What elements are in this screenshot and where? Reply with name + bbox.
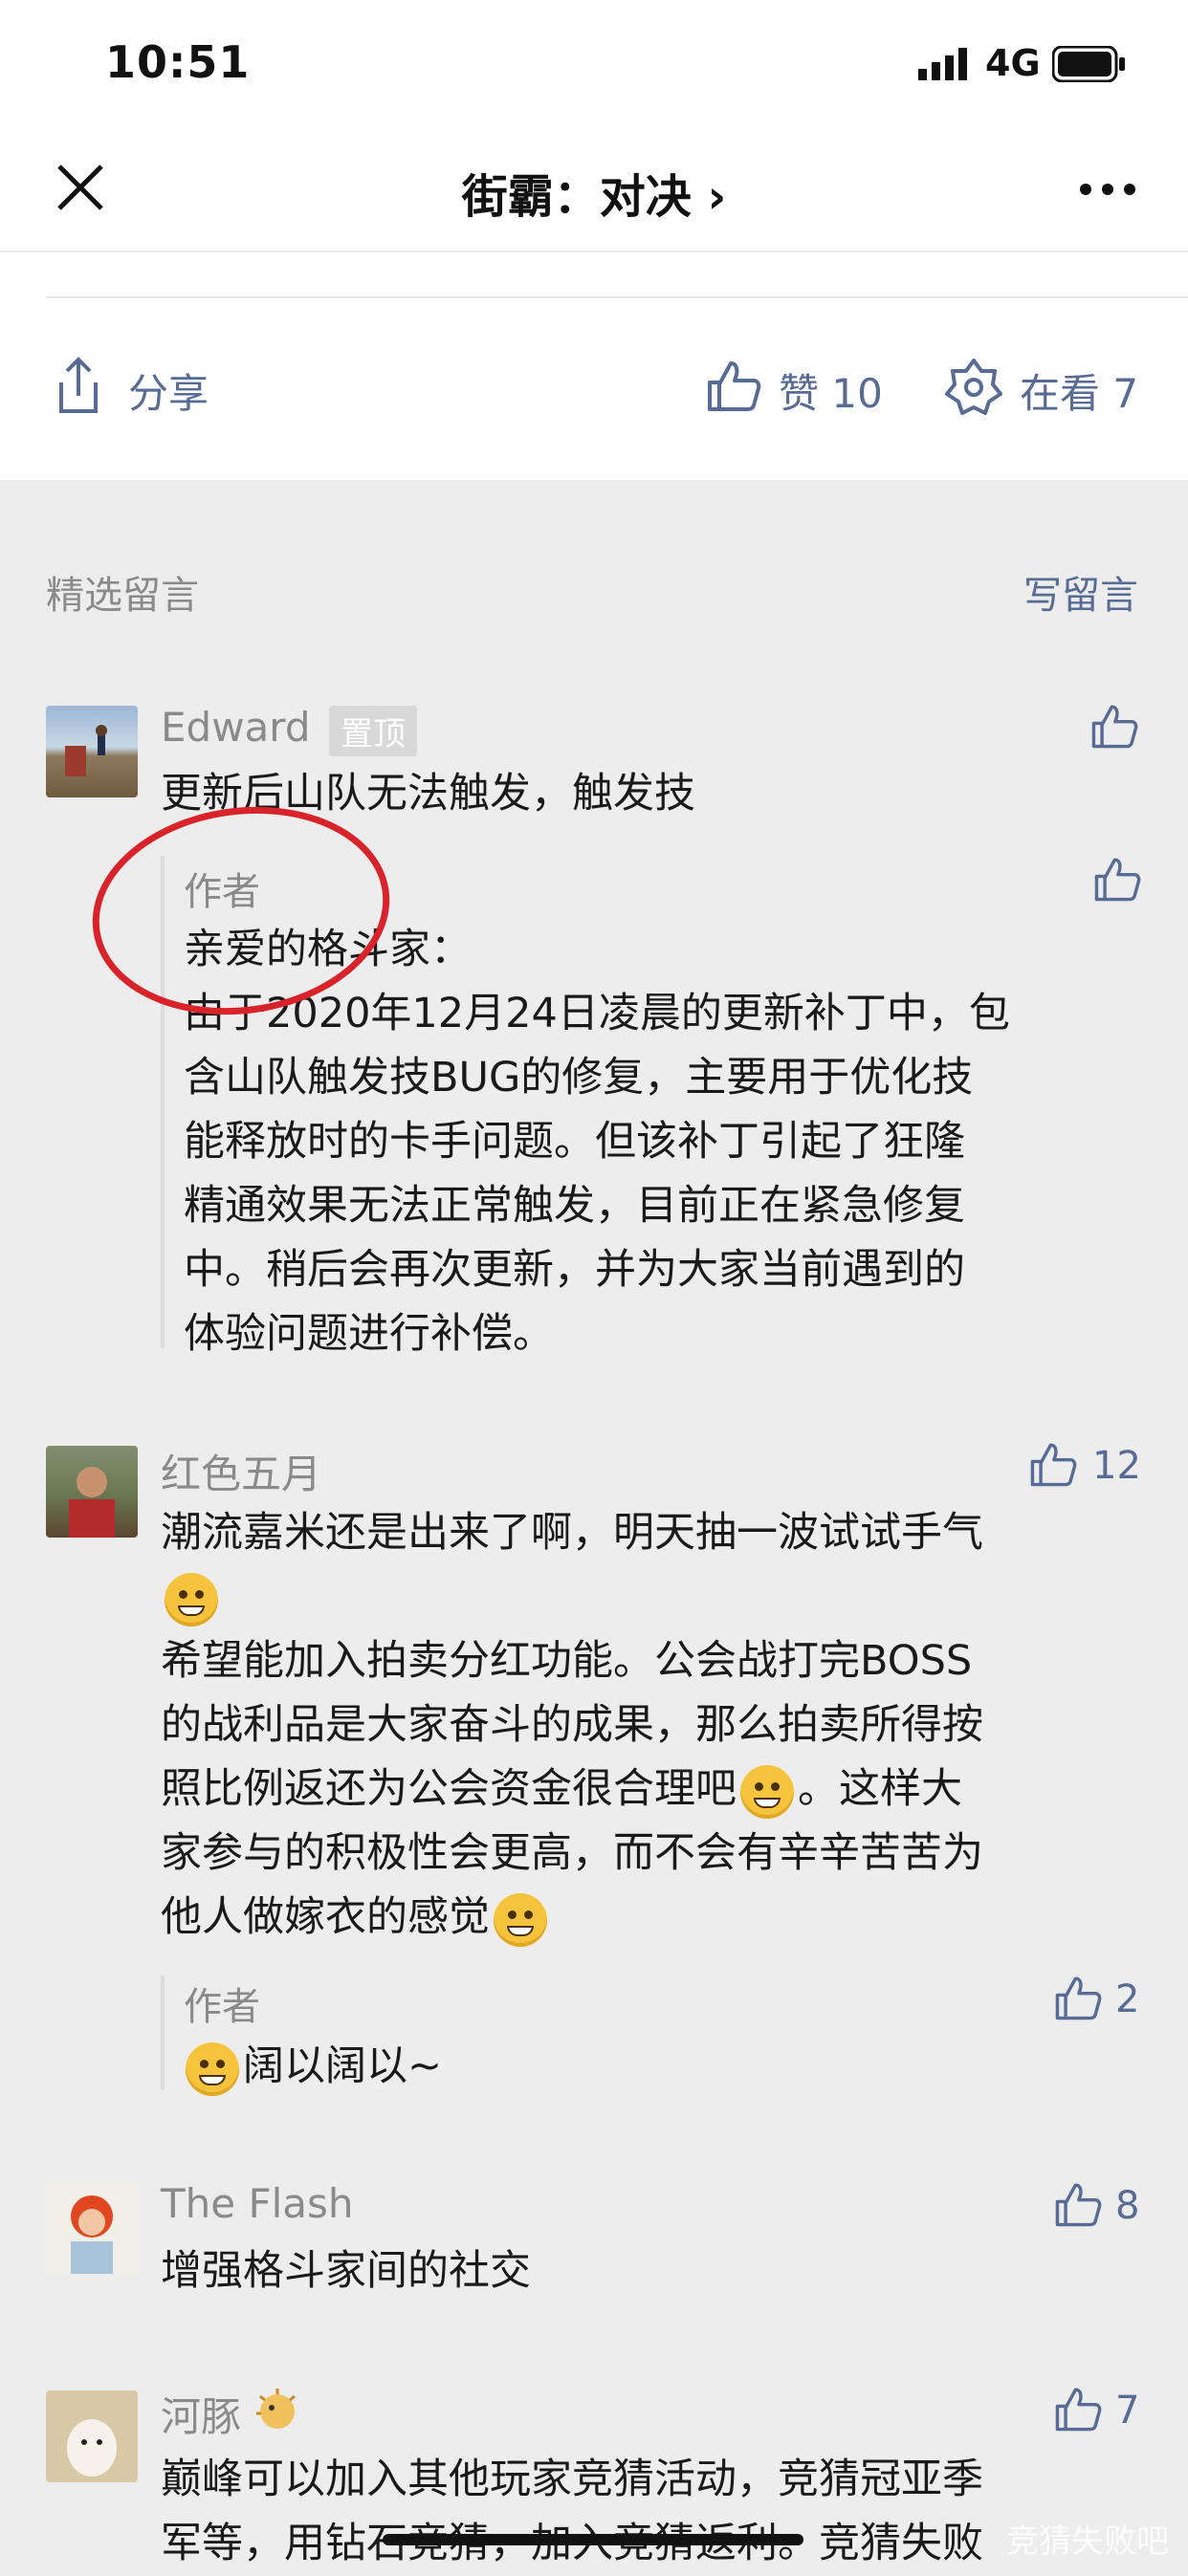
thumb-up-icon[interactable] xyxy=(1093,855,1141,906)
nav-divider xyxy=(0,251,1188,252)
avatar[interactable] xyxy=(46,2390,138,2482)
featured-comments-label: 精选留言 xyxy=(46,574,199,618)
network-type: 4G xyxy=(985,42,1041,84)
watching-button[interactable]: 在看 7 xyxy=(1020,361,1138,420)
home-indicator[interactable] xyxy=(383,2534,803,2545)
status-time: 10:51 xyxy=(105,36,251,88)
avatar[interactable] xyxy=(46,706,138,797)
share-icon[interactable] xyxy=(52,356,105,421)
watermark: 竞猜失败吧 xyxy=(1006,2522,1169,2561)
like-count: 2 xyxy=(1115,1977,1140,2021)
smirk-emoji xyxy=(186,2041,239,2096)
grin-emoji xyxy=(165,1572,218,1626)
battery-icon xyxy=(1051,45,1127,86)
avatar[interactable] xyxy=(46,2182,138,2274)
smile-emoji xyxy=(740,1764,794,1819)
thumb-up-icon[interactable] xyxy=(1029,1440,1077,1492)
avatar[interactable] xyxy=(46,1446,138,1538)
like-button[interactable]: 赞 10 xyxy=(779,361,883,420)
like-count: 8 xyxy=(1115,2184,1140,2228)
thumb-up-icon[interactable] xyxy=(1090,702,1138,753)
like-count: 7 xyxy=(1115,2389,1140,2433)
page-title[interactable]: 街霸：对决 › xyxy=(0,159,1188,226)
thumb-up-icon[interactable] xyxy=(706,358,761,417)
write-comment-link[interactable]: 写留言 xyxy=(1023,564,1138,620)
comment-author: 河豚 xyxy=(161,2393,242,2440)
reply-author: 作者 xyxy=(184,1985,260,2029)
comment-author: Edward xyxy=(161,704,311,751)
share-button[interactable]: 分享 xyxy=(128,361,209,420)
reply-text: 阔以阔以~ xyxy=(182,2035,1157,2099)
comment-text: 增强格斗家间的社交 xyxy=(161,2247,531,2295)
reply-divider xyxy=(161,1976,165,2090)
comment-text: 巅峰可以加入其他玩家竞猜活动，竞猜冠亚季 军等，用钻石竞猜，加入竞猜返利。竞猜失… xyxy=(161,2456,983,2567)
smirk-emoji xyxy=(494,1892,547,1947)
comment-author: 红色五月 xyxy=(161,1451,322,1497)
signal-icon xyxy=(918,48,972,84)
thumb-up-icon[interactable] xyxy=(1054,2385,1102,2436)
more-icon[interactable] xyxy=(1079,182,1136,200)
thumb-up-icon[interactable] xyxy=(1054,1974,1102,2025)
like-count: 12 xyxy=(1092,1444,1141,1488)
comment-author: The Flash xyxy=(161,2180,354,2227)
thumb-up-icon[interactable] xyxy=(1054,2180,1102,2232)
comment-text: 潮流嘉米还是出来了啊，明天抽一波试试手气 希望能加入拍卖分红功能。公会战打完BO… xyxy=(161,1501,1136,1950)
watching-icon[interactable] xyxy=(945,358,1002,419)
pinned-badge: 置顶 xyxy=(329,706,417,756)
pufferfish-emoji xyxy=(253,2385,302,2438)
content-divider xyxy=(46,296,1188,298)
